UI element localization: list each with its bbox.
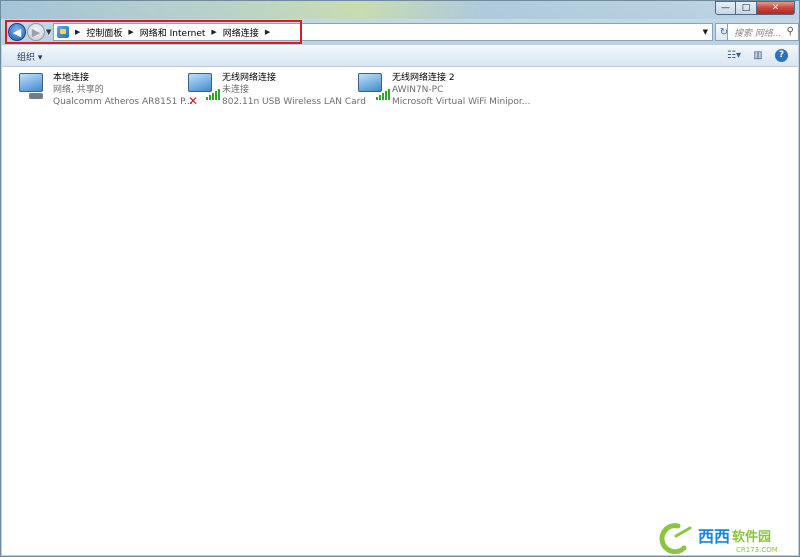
chevron-right-icon[interactable]: ▶ xyxy=(211,28,216,36)
view-options-icon[interactable]: ☷▾ xyxy=(727,48,741,62)
connection-name: 无线网络连接 xyxy=(222,73,277,83)
close-button[interactable]: ✕ xyxy=(757,1,795,15)
svg-text:软件园: 软件园 xyxy=(732,529,771,545)
help-icon[interactable]: ? xyxy=(775,48,788,62)
address-dropdown-icon[interactable]: ▼ xyxy=(703,28,708,36)
preview-pane-icon[interactable]: ▥ xyxy=(751,48,765,62)
organize-menu-button[interactable]: 组织 ▾ xyxy=(17,50,42,63)
breadcrumb-network-internet[interactable]: 网络和 Internet xyxy=(140,26,206,39)
connection-status: AWIN7N-PC xyxy=(392,85,444,95)
connection-status: 未连接 xyxy=(222,85,250,95)
title-bar xyxy=(1,1,799,19)
minimize-button[interactable]: — xyxy=(715,1,736,15)
chevron-right-icon[interactable]: ▶ xyxy=(128,28,133,36)
connection-status: 网络, 共享的 xyxy=(53,85,104,95)
svg-text:西西: 西西 xyxy=(698,527,730,546)
recent-pages-dropdown-icon[interactable]: ▼ xyxy=(46,28,51,36)
disconnected-x-icon: ✕ xyxy=(188,94,199,108)
connection-item-local[interactable]: 本地连接 网络, 共享的 Qualcomm Atheros AR8151 P..… xyxy=(17,71,193,111)
svg-text:CR173.COM: CR173.COM xyxy=(736,546,778,554)
chevron-right-icon[interactable]: ▶ xyxy=(75,28,80,36)
search-input[interactable]: 搜索 网络... ⚲ xyxy=(727,23,799,41)
explorer-window: — □ ✕ ◀ ▶ ▼ ▶ 控制面板 ▶ 网络和 Internet ▶ 网络连接… xyxy=(0,0,800,557)
search-icon[interactable]: ⚲ xyxy=(787,26,794,37)
connection-item-wireless-2[interactable]: 无线网络连接 2 AWIN7N-PC Microsoft Virtual WiF… xyxy=(356,71,530,111)
control-panel-icon xyxy=(57,26,69,38)
connection-device: 802.11n USB Wireless LAN Card xyxy=(222,97,366,107)
watermark-logo: 西西 软件园 CR173.COM xyxy=(659,523,778,555)
connection-device: Qualcomm Atheros AR8151 P... xyxy=(53,97,193,107)
connection-name: 无线网络连接 2 xyxy=(392,73,455,83)
search-placeholder: 搜索 网络... xyxy=(734,28,782,39)
breadcrumb-network-connections[interactable]: 网络连接 xyxy=(223,26,259,39)
connections-list: 本地连接 网络, 共享的 Qualcomm Atheros AR8151 P..… xyxy=(2,67,798,555)
forward-arrow-icon[interactable]: ▶ xyxy=(27,23,45,41)
breadcrumb-control-panel[interactable]: 控制面板 xyxy=(86,26,122,39)
wireless-network-icon: ✕ xyxy=(186,71,220,107)
command-bar-right: ☷▾ ▥ ? xyxy=(727,48,788,62)
maximize-button[interactable]: □ xyxy=(736,1,757,15)
back-arrow-icon[interactable]: ◀ xyxy=(8,23,26,41)
wired-network-icon xyxy=(17,71,51,107)
command-bar: 组织 ▾ ☷▾ ▥ ? xyxy=(2,45,798,67)
connection-item-wireless[interactable]: ✕ 无线网络连接 未连接 802.11n USB Wireless LAN Ca… xyxy=(186,71,366,111)
wireless-network-icon xyxy=(356,71,390,107)
caption-buttons: — □ ✕ xyxy=(715,1,795,15)
address-bar[interactable]: ▶ 控制面板 ▶ 网络和 Internet ▶ 网络连接 ▶ ▼ xyxy=(53,23,713,41)
connection-device: Microsoft Virtual WiFi Minipor... xyxy=(392,97,531,107)
chevron-right-icon[interactable]: ▶ xyxy=(265,28,270,36)
navigation-bar: ◀ ▶ ▼ ▶ 控制面板 ▶ 网络和 Internet ▶ 网络连接 ▶ ▼ ↻… xyxy=(5,21,799,43)
connection-name: 本地连接 xyxy=(53,73,90,83)
